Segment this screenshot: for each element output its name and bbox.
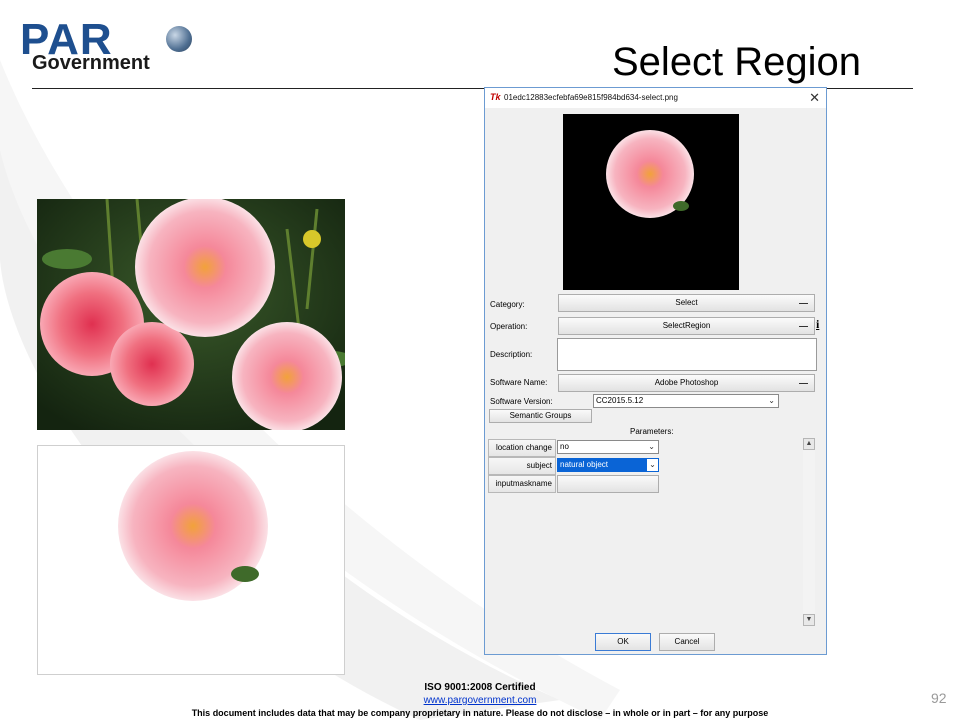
operation-value: SelectRegion: [662, 321, 711, 330]
tk-app-icon: Tk: [490, 92, 501, 102]
semantic-groups-button[interactable]: Semantic Groups: [489, 409, 592, 423]
footer-disclaimer: This document includes data that may be …: [191, 708, 769, 718]
slide-title: Select Region: [612, 40, 862, 84]
scroll-up-arrow-icon[interactable]: ▲: [803, 438, 815, 450]
subject-value: natural object: [560, 460, 609, 469]
param-name-subject: subject: [488, 457, 556, 475]
param-name-location-change: location change: [488, 439, 556, 457]
globe-icon: [166, 26, 192, 52]
original-photo: [37, 199, 345, 430]
cancel-button[interactable]: Cancel: [659, 633, 715, 651]
scroll-down-arrow-icon[interactable]: ▼: [803, 614, 815, 626]
param-name-inputmaskname: inputmaskname: [488, 475, 556, 493]
operation-dropdown[interactable]: SelectRegion: [558, 317, 815, 335]
close-icon[interactable]: ✕: [809, 90, 820, 106]
software-name-dropdown[interactable]: Adobe Photoshop: [558, 374, 815, 392]
iso-certification-text: ISO 9001:2008 Certified: [424, 682, 536, 693]
software-name-label: Software Name:: [490, 378, 548, 387]
chevron-down-icon[interactable]: ⌄: [648, 441, 655, 453]
footer-link[interactable]: www.pargovernment.com: [424, 695, 537, 706]
logo-government-text: Government: [32, 52, 150, 74]
software-version-label: Software Version:: [490, 397, 553, 406]
ok-button[interactable]: OK: [595, 633, 651, 651]
page-number: 92: [931, 690, 947, 706]
image-preview: [563, 114, 739, 290]
parameters-heading: Parameters:: [630, 427, 674, 436]
chevron-down-icon[interactable]: ⌄: [768, 395, 775, 407]
software-name-value: Adobe Photoshop: [654, 378, 719, 387]
select-region-dialog: Tk 01edc12883ecfebfa69e815f984bd634-sele…: [484, 87, 827, 655]
subject-combobox[interactable]: natural object ⌄: [557, 458, 659, 472]
dialog-title: 01edc12883ecfebfa69e815f984bd634-select.…: [504, 93, 678, 102]
dropdown-indicator-icon: [799, 303, 808, 304]
software-version-combobox[interactable]: CC2015.5.12 ⌄: [593, 394, 779, 408]
dialog-titlebar: Tk 01edc12883ecfebfa69e815f984bd634-sele…: [485, 88, 826, 108]
dropdown-indicator-icon: [799, 326, 808, 327]
chevron-down-icon[interactable]: ⌄: [647, 459, 658, 471]
dropdown-indicator-icon: [799, 383, 808, 384]
info-icon[interactable]: i: [816, 317, 819, 332]
location-change-value: no: [560, 442, 569, 451]
inputmaskname-button[interactable]: [557, 475, 659, 493]
category-dropdown[interactable]: Select: [558, 294, 815, 312]
software-version-value: CC2015.5.12: [596, 396, 644, 405]
selected-region-photo: [37, 445, 345, 675]
description-field[interactable]: [557, 338, 817, 371]
category-label: Category:: [490, 300, 525, 309]
operation-label: Operation:: [490, 322, 528, 331]
description-label: Description:: [490, 350, 533, 359]
location-change-combobox[interactable]: no ⌄: [557, 440, 659, 454]
parameters-scrollbar[interactable]: [803, 438, 815, 626]
category-value: Select: [675, 298, 698, 307]
